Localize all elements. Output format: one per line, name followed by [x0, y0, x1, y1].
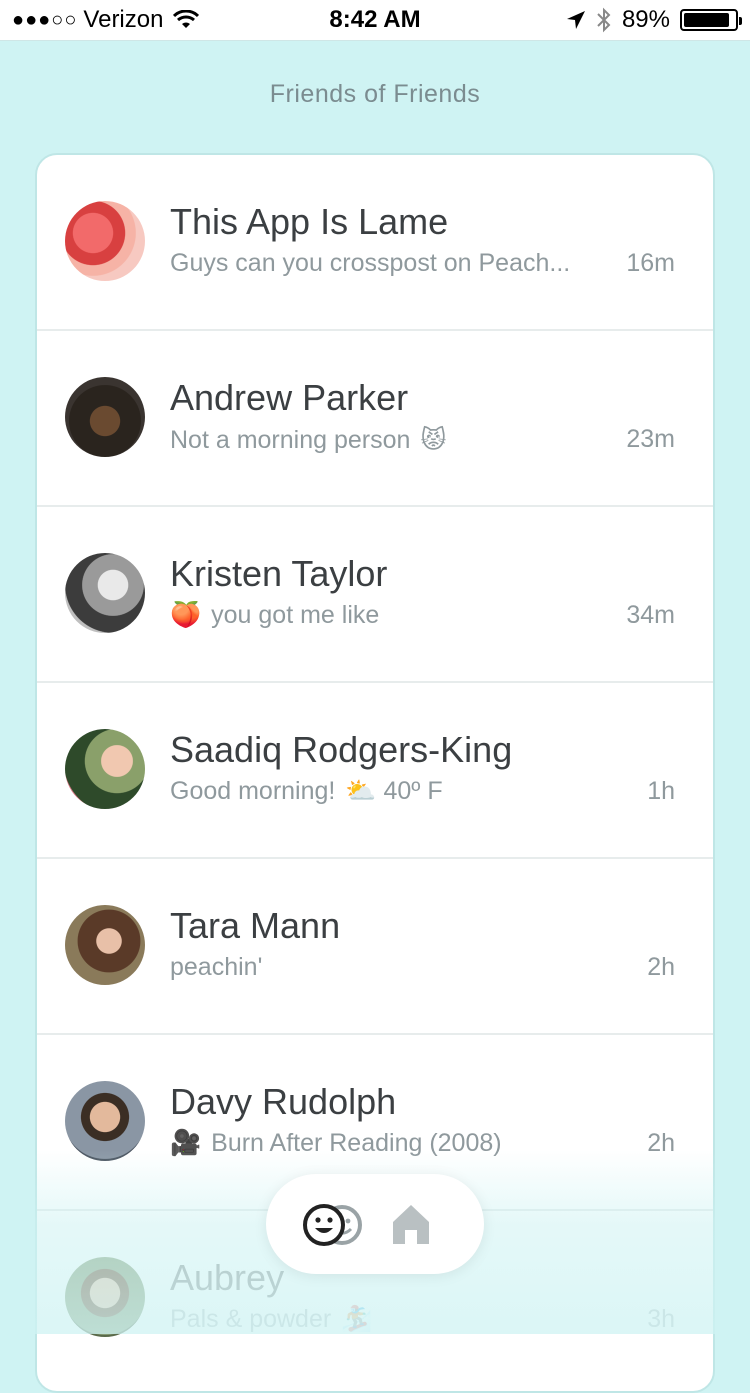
feed-status-text: Burn After Reading (2008) [211, 1129, 502, 1157]
feed-status: 🍑 you got me like [170, 601, 379, 630]
tab-bar [266, 1174, 484, 1274]
feed-row[interactable]: This App Is Lame Guys can you crosspost … [37, 155, 713, 331]
feed-time: 2h [647, 1129, 675, 1157]
feed-name: Davy Rudolph [170, 1081, 397, 1122]
movie-camera-emoji: 🎥 [170, 1129, 202, 1157]
avatar [65, 377, 145, 457]
feed-name: Andrew Parker [170, 377, 409, 418]
status-right: 89% [566, 6, 742, 34]
feed-name: Aubrey [170, 1257, 285, 1298]
feed-time: 23m [626, 425, 675, 453]
feed-status: 🎥 Burn After Reading (2008) [170, 1129, 502, 1158]
avatar [65, 553, 145, 633]
avatar [65, 1081, 145, 1161]
feed-time: 1h [647, 777, 675, 805]
feed-time: 2h [647, 953, 675, 981]
feed-row[interactable]: Tara Mann peachin' 2h [37, 859, 713, 1035]
feed-status: peachin' [170, 953, 262, 982]
battery-percent: 89% [621, 6, 670, 33]
feed-row[interactable]: Saadiq Rodgers-King Good morning! ⛅ 40º … [37, 683, 713, 859]
feed-status-text: Pals & powder [170, 1305, 332, 1333]
avatar [65, 1257, 145, 1337]
weather-emoji: ⛅ 40º F [345, 777, 443, 805]
feed-status-text: Guys can you crosspost on Peach... [170, 249, 571, 277]
feed-row[interactable]: Andrew Parker Not a morning person 😾 23m [37, 331, 713, 507]
page-title: Friends of Friends [269, 80, 481, 108]
feed-name: Tara Mann [170, 905, 341, 946]
feed-name: Saadiq Rodgers-King [170, 729, 513, 770]
feed-status-text: Not a morning person [170, 425, 411, 454]
feed-time: 34m [626, 601, 675, 629]
feed-name: This App Is Lame [170, 201, 449, 242]
snowboarder-emoji: 🏂 [341, 1305, 373, 1333]
feed-time: 16m [626, 249, 675, 277]
friends-faces-icon[interactable] [302, 1202, 366, 1248]
battery-icon [680, 9, 742, 31]
feed-status: Good morning! ⛅ 40º F [170, 777, 443, 806]
feed-status: Not a morning person 😾 [170, 425, 446, 455]
pouting-cat-emoji: 😾 [420, 426, 447, 454]
feed-status-text: Good morning! [170, 777, 336, 805]
feed-status-text: you got me like [211, 601, 380, 629]
avatar [65, 729, 145, 809]
feed-status: Pals & powder 🏂 [170, 1305, 372, 1334]
bluetooth-icon [597, 7, 611, 33]
peach-emoji: 🍑 [170, 601, 202, 629]
location-arrow-icon [566, 11, 585, 29]
home-icon[interactable] [390, 1202, 432, 1246]
feed-time: 3h [647, 1305, 675, 1333]
feed-row[interactable]: Kristen Taylor 🍑 you got me like 34m [37, 507, 713, 683]
status-bar: ●●●○○ Verizon 8:42 AM 89% [0, 0, 750, 41]
battery-fill [684, 13, 729, 27]
feed-name: Kristen Taylor [170, 553, 388, 594]
avatar [65, 201, 145, 281]
feed-status-text: peachin' [170, 953, 263, 981]
feed-status: Guys can you crosspost on Peach... [170, 249, 570, 278]
avatar [65, 905, 145, 985]
